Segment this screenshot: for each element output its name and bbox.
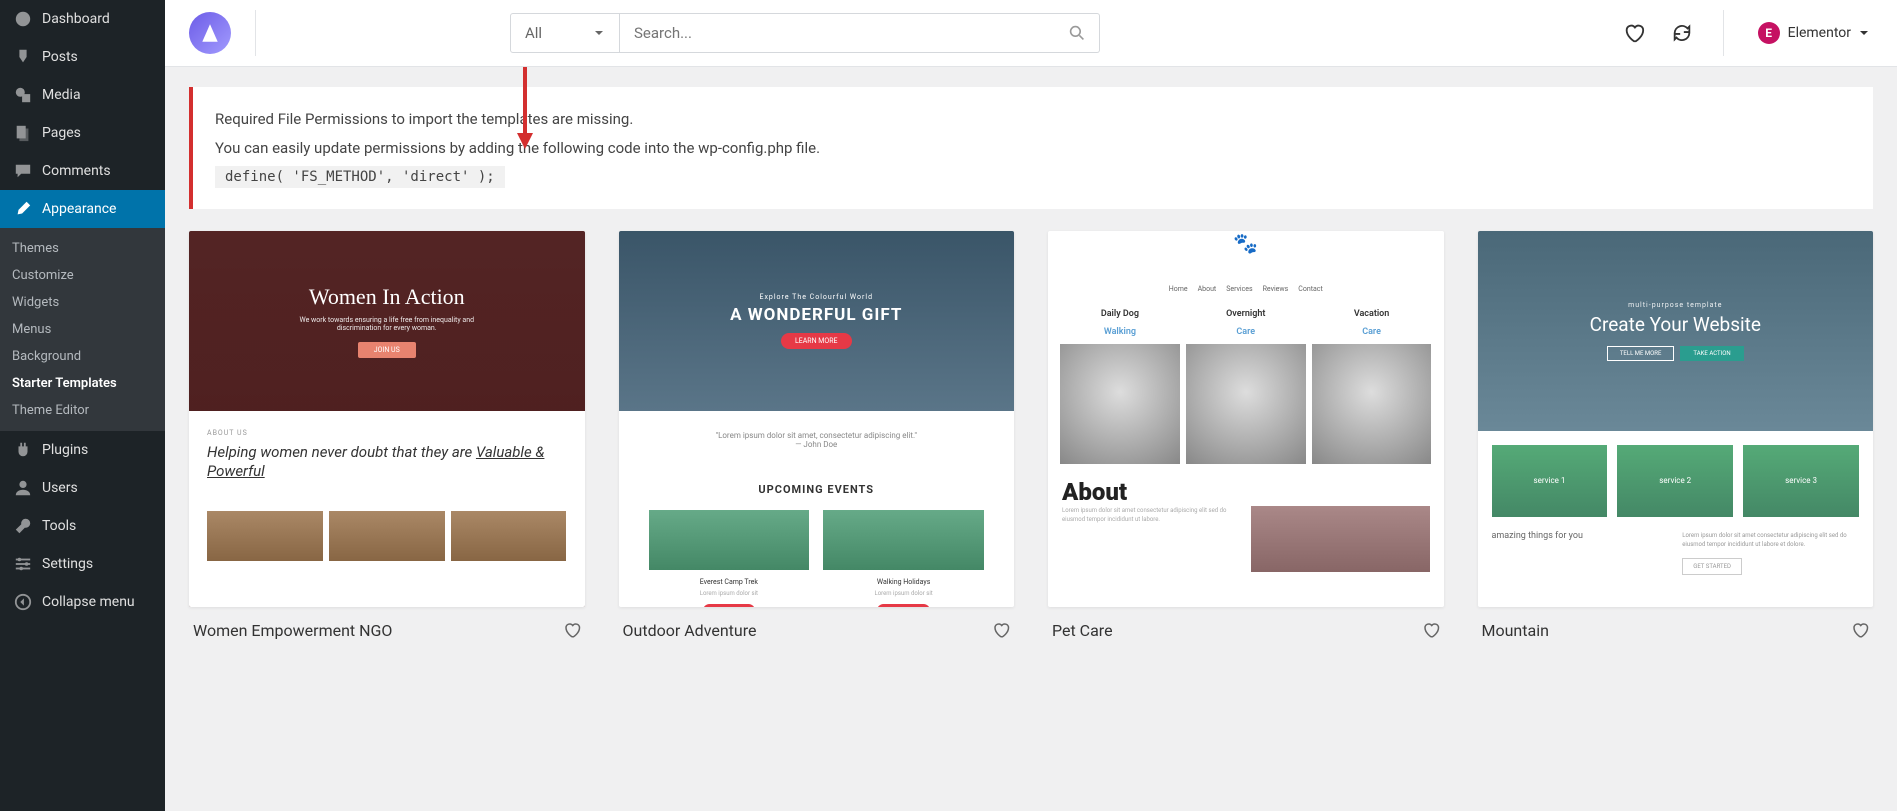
nav-label: Media — [42, 87, 81, 103]
notice-line-2: You can easily update permissions by add… — [215, 134, 1851, 163]
collapse-icon — [12, 591, 34, 613]
mock-heading: Create Your Website — [1590, 313, 1761, 336]
nav-label: Posts — [42, 49, 78, 65]
plug-icon — [12, 439, 34, 461]
mock-text: Explore The Colourful World — [759, 293, 873, 301]
divider — [1723, 10, 1724, 56]
notice-code: define( 'FS_METHOD', 'direct' ); — [215, 166, 505, 188]
brand-logo — [189, 12, 231, 54]
template-title: Mountain — [1482, 621, 1549, 640]
template-thumbnail: 🐾 HomeAboutServicesReviewsContact Daily … — [1048, 231, 1444, 607]
caret-down-icon — [1859, 28, 1869, 38]
category-filter[interactable]: All — [510, 13, 620, 53]
favorite-button[interactable] — [992, 621, 1010, 639]
notice-line-1: Required File Permissions to import the … — [215, 105, 1851, 134]
nav-label: Plugins — [42, 442, 88, 458]
builder-select[interactable]: E Elementor — [1754, 16, 1873, 50]
sub-starter-templates[interactable]: Starter Templates — [0, 370, 165, 397]
template-card[interactable]: multi-purpose template Create Your Websi… — [1478, 231, 1874, 640]
favorite-button[interactable] — [1851, 621, 1869, 639]
nav-settings[interactable]: Settings — [0, 545, 165, 583]
template-thumbnail: Explore The Colourful World A WONDERFUL … — [619, 231, 1015, 607]
nav-comments[interactable]: Comments — [0, 152, 165, 190]
mock-text: We work towards ensuring a life free fro… — [297, 316, 477, 332]
favorites-button[interactable] — [1623, 22, 1645, 44]
sub-themes[interactable]: Themes — [0, 235, 165, 262]
nav-posts[interactable]: Posts — [0, 38, 165, 76]
nav-label: Comments — [42, 163, 111, 179]
search-box — [620, 13, 1100, 53]
sub-widgets[interactable]: Widgets — [0, 289, 165, 316]
nav-dashboard[interactable]: Dashboard — [0, 0, 165, 38]
pin-icon — [12, 46, 34, 68]
nav-pages[interactable]: Pages — [0, 114, 165, 152]
user-icon — [12, 477, 34, 499]
dashboard-icon — [12, 8, 34, 30]
search-icon[interactable] — [1069, 25, 1085, 41]
template-card[interactable]: Women In Action We work towards ensuring… — [189, 231, 585, 640]
admin-sidebar: Dashboard Posts Media Pages Comments App… — [0, 0, 165, 811]
mock-text: multi-purpose template — [1628, 301, 1722, 309]
template-title: Women Empowerment NGO — [193, 621, 392, 640]
nav-tools[interactable]: Tools — [0, 507, 165, 545]
wrench-icon — [12, 515, 34, 537]
mock-button: LEARN MORE — [781, 333, 852, 349]
elementor-icon: E — [1758, 22, 1780, 44]
topbar-actions: E Elementor — [1623, 10, 1873, 56]
brush-icon — [12, 198, 34, 220]
mock-subheading: Helping women never doubt that they are … — [207, 443, 567, 481]
sub-menus[interactable]: Menus — [0, 316, 165, 343]
divider — [255, 10, 256, 56]
mock-heading: About — [1062, 478, 1430, 506]
nav-label: Appearance — [42, 201, 116, 217]
mock-button: JOIN US — [358, 342, 416, 358]
main-area: All E Elementor Required File Permission… — [165, 0, 1897, 811]
nav-label: Tools — [42, 518, 76, 534]
sub-theme-editor[interactable]: Theme Editor — [0, 397, 165, 424]
sub-background[interactable]: Background — [0, 343, 165, 370]
template-title: Outdoor Adventure — [623, 621, 757, 640]
filter-value: All — [525, 24, 542, 42]
template-title: Pet Care — [1052, 621, 1113, 640]
template-card[interactable]: Explore The Colourful World A WONDERFUL … — [619, 231, 1015, 640]
template-thumbnail: Women In Action We work towards ensuring… — [189, 231, 585, 607]
mock-subheading: UPCOMING EVENTS — [619, 483, 1015, 496]
search-input[interactable] — [634, 24, 1069, 42]
favorite-button[interactable] — [1422, 621, 1440, 639]
nav-label: Settings — [42, 556, 93, 572]
favorite-button[interactable] — [563, 621, 581, 639]
builder-label: Elementor — [1788, 25, 1851, 41]
nav-appearance[interactable]: Appearance — [0, 190, 165, 228]
nav-label: Users — [42, 480, 78, 496]
nav-media[interactable]: Media — [0, 76, 165, 114]
page-icon — [12, 122, 34, 144]
mock-heading: A WONDERFUL GIFT — [730, 305, 902, 325]
media-icon — [12, 84, 34, 106]
nav-label: Pages — [42, 125, 81, 141]
comment-icon — [12, 160, 34, 182]
sub-customize[interactable]: Customize — [0, 262, 165, 289]
content: Required File Permissions to import the … — [165, 67, 1897, 811]
nav-collapse[interactable]: Collapse menu — [0, 583, 165, 621]
sync-button[interactable] — [1671, 22, 1693, 44]
nav-plugins[interactable]: Plugins — [0, 431, 165, 469]
topbar: All E Elementor — [165, 0, 1897, 67]
template-card[interactable]: AGENCY 🐾 HomeAboutServicesReviewsContact… — [1048, 231, 1444, 640]
sliders-icon — [12, 553, 34, 575]
nav-label: Dashboard — [42, 11, 110, 27]
nav-label: Collapse menu — [42, 594, 135, 610]
error-notice: Required File Permissions to import the … — [189, 87, 1873, 209]
appearance-submenu: Themes Customize Widgets Menus Backgroun… — [0, 228, 165, 431]
nav-users[interactable]: Users — [0, 469, 165, 507]
chevron-down-icon — [593, 27, 605, 39]
template-thumbnail: multi-purpose template Create Your Websi… — [1478, 231, 1874, 607]
mock-heading: Women In Action — [309, 284, 465, 310]
templates-grid: Women In Action We work towards ensuring… — [189, 231, 1873, 640]
